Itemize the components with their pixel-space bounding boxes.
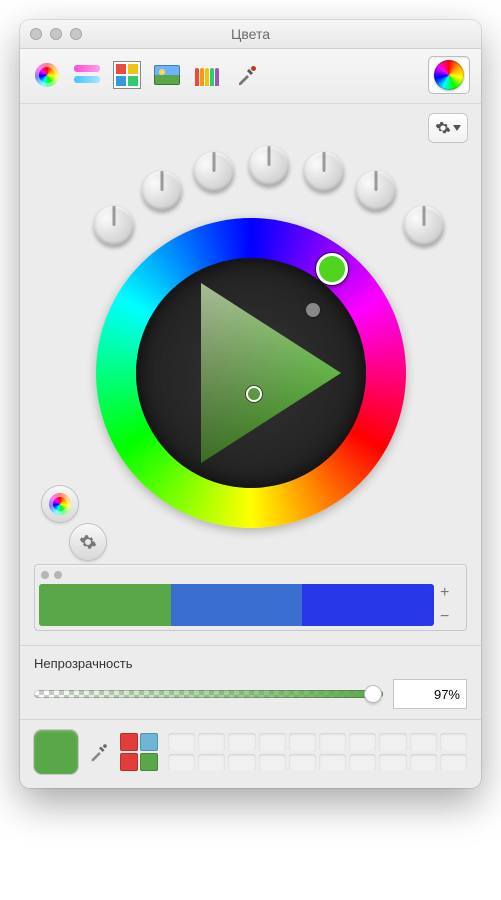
recent-colors [120, 733, 158, 771]
chevron-down-icon [453, 125, 461, 131]
color-picker-window: Цвета [20, 20, 481, 788]
opacity-thumb[interactable] [365, 686, 381, 702]
swatch-1[interactable] [39, 584, 171, 626]
remove-swatch-button[interactable]: − [440, 608, 462, 626]
wheel-mode-button[interactable] [32, 62, 62, 88]
swatch-well[interactable] [410, 754, 437, 772]
swatch-well[interactable] [259, 754, 286, 772]
window-title: Цвета [20, 26, 481, 42]
recent-swatch-3[interactable] [120, 753, 138, 771]
swatch-well[interactable] [440, 754, 467, 772]
panel-drag-dots[interactable] [39, 569, 462, 584]
triangle-selector[interactable] [246, 386, 262, 402]
recent-swatch-1[interactable] [120, 733, 138, 751]
swatch-well[interactable] [289, 754, 316, 772]
titlebar: Цвета [20, 20, 481, 49]
swatch-well[interactable] [198, 733, 225, 751]
image-mode-button[interactable] [152, 62, 182, 88]
swatch-2[interactable] [171, 584, 303, 626]
pencils-mode-button[interactable] [192, 62, 222, 88]
opacity-section: Непрозрачность [20, 645, 481, 719]
swatch-bar [20, 719, 481, 788]
scheme-preset-button[interactable] [42, 486, 78, 522]
hue-wheel[interactable] [96, 218, 406, 528]
scheme-settings-button[interactable] [70, 524, 106, 560]
main-panel: + − [20, 104, 481, 645]
rainbow-wheel-icon [35, 63, 59, 87]
sliders-icon [74, 65, 100, 85]
opacity-label: Непрозрачность [34, 656, 467, 671]
recent-swatch-4[interactable] [140, 753, 158, 771]
add-swatch-button[interactable]: + [440, 584, 462, 602]
sliders-mode-button[interactable] [72, 62, 102, 88]
swatch-well[interactable] [168, 733, 195, 751]
palette-icon [114, 62, 140, 88]
opacity-slider[interactable] [34, 690, 383, 698]
harmony-knob-7[interactable] [404, 206, 444, 246]
swatch-well[interactable] [349, 733, 376, 751]
eyedropper-icon [235, 63, 259, 87]
pencils-icon [194, 64, 220, 86]
harmony-knob-6[interactable] [356, 171, 396, 211]
image-icon [154, 65, 180, 85]
swatch-well[interactable] [440, 733, 467, 751]
swatch-3[interactable] [302, 584, 434, 626]
gear-icon [435, 120, 451, 136]
swatch-well[interactable] [349, 754, 376, 772]
swatch-well[interactable] [228, 733, 255, 751]
eyedropper-button[interactable] [232, 62, 262, 88]
rainbow-wheel-icon [49, 493, 71, 515]
gear-icon [79, 533, 97, 551]
harmony-knob-4[interactable] [249, 146, 289, 186]
swatch-well[interactable] [198, 754, 225, 772]
minimize-button[interactable] [50, 28, 62, 40]
rainbow-wheel-icon [434, 60, 464, 90]
swatch-well[interactable] [379, 754, 406, 772]
harmony-dot[interactable] [306, 303, 320, 317]
swatch-well[interactable] [259, 733, 286, 751]
harmony-knob-5[interactable] [304, 152, 344, 192]
swatch-well[interactable] [410, 733, 437, 751]
current-color-swatch[interactable] [34, 730, 78, 774]
advanced-wheel-mode-button[interactable] [429, 57, 469, 93]
window-controls [30, 28, 82, 40]
saturation-triangle[interactable] [146, 268, 356, 478]
picker-mode-toolbar [20, 49, 481, 104]
recent-swatch-2[interactable] [140, 733, 158, 751]
opacity-input[interactable] [393, 679, 467, 709]
swatch-well[interactable] [289, 733, 316, 751]
hue-selector[interactable] [316, 253, 348, 285]
palette-mode-button[interactable] [112, 62, 142, 88]
scheme-swatch-strip[interactable] [39, 584, 434, 626]
swatch-well[interactable] [379, 733, 406, 751]
custom-swatch-wells [168, 733, 467, 771]
settings-menu-button[interactable] [429, 114, 467, 142]
scheme-swatches-panel: + − [34, 564, 467, 631]
eyedropper-small-button[interactable] [88, 741, 110, 763]
swatch-well[interactable] [319, 754, 346, 772]
harmony-knob-3[interactable] [194, 152, 234, 192]
swatch-well[interactable] [319, 733, 346, 751]
close-button[interactable] [30, 28, 42, 40]
swatch-well[interactable] [228, 754, 255, 772]
zoom-button[interactable] [70, 28, 82, 40]
swatch-well[interactable] [168, 754, 195, 772]
harmony-knob-2[interactable] [142, 171, 182, 211]
color-wheel-area [34, 146, 467, 556]
